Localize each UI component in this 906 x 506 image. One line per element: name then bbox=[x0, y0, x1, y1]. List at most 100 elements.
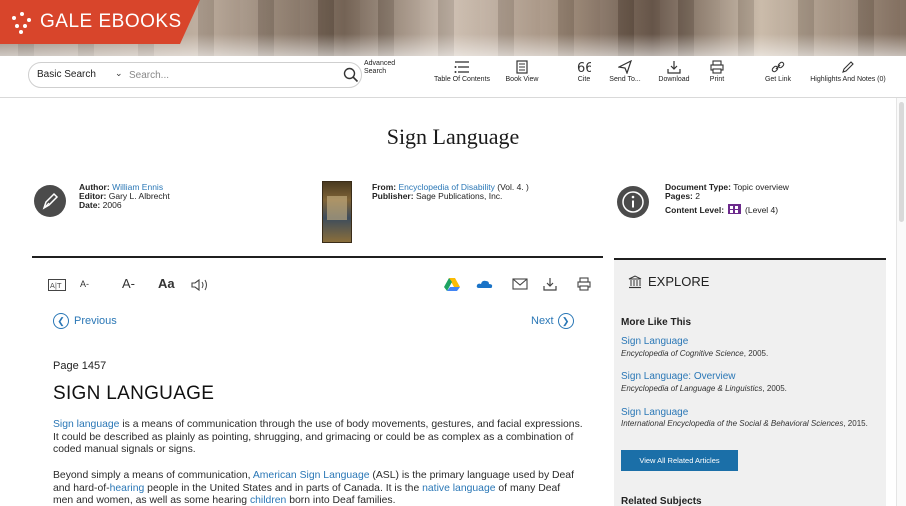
hearing-link[interactable]: hearing bbox=[110, 483, 145, 494]
search-input[interactable] bbox=[129, 67, 329, 84]
speaker-icon[interactable] bbox=[190, 278, 210, 292]
pages-label: Pages: bbox=[665, 191, 693, 201]
list-icon bbox=[454, 61, 469, 73]
svg-text:A|T: A|T bbox=[50, 282, 62, 290]
related-article-3[interactable]: Sign Language bbox=[621, 407, 688, 418]
related-article-2[interactable]: Sign Language: Overview bbox=[621, 371, 736, 382]
related-article-2-year: , 2005. bbox=[762, 384, 787, 393]
advanced-search-link[interactable]: Advanced Search bbox=[364, 60, 404, 76]
native-language-link[interactable]: native language bbox=[422, 483, 495, 494]
scrollbar-thumb[interactable] bbox=[899, 102, 904, 222]
explore-heading: EXPLORE bbox=[628, 274, 709, 289]
decrease-font-button[interactable]: A- bbox=[80, 279, 89, 289]
asl-link[interactable]: American Sign Language bbox=[253, 470, 370, 481]
date-label: Date: bbox=[79, 200, 101, 210]
source-info: From: Encyclopedia of Disability (Vol. 4… bbox=[372, 183, 529, 201]
email-icon[interactable] bbox=[512, 278, 528, 290]
author-info: Author: William Ennis Editor: Gary L. Al… bbox=[79, 183, 170, 210]
send-to-label: Send To... bbox=[609, 76, 641, 83]
related-subjects-heading: Related Subjects bbox=[621, 496, 702, 506]
search-type-select[interactable]: Basic Search bbox=[37, 69, 96, 80]
get-link-label: Get Link bbox=[764, 76, 792, 83]
search-bar: Basic Search ⌄ bbox=[28, 62, 362, 88]
publisher-value: Sage Publications, Inc. bbox=[415, 191, 503, 201]
download-icon bbox=[667, 61, 681, 74]
related-article-3-source-title: International Encyclopedia of the Social… bbox=[621, 419, 844, 428]
google-drive-icon[interactable] bbox=[444, 277, 460, 291]
vertical-scrollbar[interactable] bbox=[896, 98, 906, 506]
translate-icon[interactable]: A|T bbox=[48, 279, 66, 291]
get-link-button[interactable]: Get Link bbox=[760, 60, 796, 83]
svg-text:66: 66 bbox=[577, 61, 591, 74]
date-value: 2006 bbox=[102, 200, 122, 210]
publisher-label: Publisher: bbox=[372, 191, 414, 201]
related-article-3-year: , 2015. bbox=[843, 419, 868, 428]
download-article-icon[interactable] bbox=[542, 277, 558, 291]
quill-pen-icon bbox=[42, 192, 59, 210]
onedrive-icon[interactable] bbox=[476, 279, 494, 289]
link-icon bbox=[771, 61, 785, 73]
search-icon[interactable] bbox=[343, 67, 359, 83]
paragraph-2: Beyond simply a means of communication, … bbox=[53, 470, 583, 506]
content-level-label: Content Level: bbox=[665, 205, 725, 215]
book-cover-image[interactable] bbox=[322, 181, 352, 243]
cite-button[interactable]: 66 Cite bbox=[572, 60, 596, 83]
table-of-contents-label: Table Of Contents bbox=[433, 76, 491, 83]
page-number: Page 1457 bbox=[53, 360, 107, 372]
brand-name: GALE EBOOKS bbox=[40, 11, 182, 32]
paragraph-2-text-a: Beyond simply a means of communication, bbox=[53, 470, 253, 481]
explore-title: EXPLORE bbox=[648, 274, 710, 289]
next-link[interactable]: Next ❯ bbox=[531, 313, 574, 329]
print-label: Print bbox=[709, 76, 725, 83]
send-to-button[interactable]: Send To... bbox=[608, 60, 642, 83]
divider bbox=[32, 256, 603, 258]
download-button[interactable]: Download bbox=[654, 60, 694, 83]
previous-link[interactable]: ❮ Previous bbox=[53, 313, 117, 329]
quote-icon: 66 bbox=[577, 61, 591, 74]
content-level-value: (Level 4) bbox=[745, 205, 779, 215]
book-icon bbox=[516, 60, 528, 74]
highlights-label: Highlights And Notes (0) bbox=[810, 76, 886, 83]
more-like-this-heading: More Like This bbox=[621, 317, 692, 328]
cite-label: Cite bbox=[577, 76, 591, 83]
children-link[interactable]: children bbox=[250, 495, 286, 506]
pages-value: 2 bbox=[695, 191, 700, 201]
download-label: Download bbox=[658, 76, 690, 83]
font-style-button[interactable]: Aa bbox=[158, 276, 175, 291]
sign-language-link[interactable]: Sign language bbox=[53, 419, 119, 430]
related-article-3-source: International Encyclopedia of the Social… bbox=[621, 419, 871, 429]
gale-ebooks-logo[interactable]: GALE EBOOKS bbox=[0, 0, 200, 44]
related-article-1[interactable]: Sign Language bbox=[621, 336, 688, 347]
printer-icon bbox=[710, 60, 724, 74]
arrow-left-icon: ❮ bbox=[53, 313, 69, 329]
next-label: Next bbox=[531, 315, 554, 327]
gale-logo-icon bbox=[10, 10, 34, 34]
highlights-and-notes-button[interactable]: Highlights And Notes (0) bbox=[802, 60, 894, 83]
increase-font-button[interactable]: A- bbox=[122, 276, 135, 291]
related-article-1-source-title: Encyclopedia of Cognitive Science bbox=[621, 349, 744, 358]
pen-icon bbox=[842, 61, 854, 73]
paragraph-2-text-c: people in the United States and in parts… bbox=[144, 482, 423, 494]
print-button[interactable]: Print bbox=[704, 60, 730, 83]
related-article-2-source-title: Encyclopedia of Language & Linguistics bbox=[621, 384, 763, 393]
view-all-related-button[interactable]: View All Related Articles bbox=[621, 450, 738, 471]
document-title: Sign Language bbox=[386, 124, 520, 149]
toolbar: Basic Search ⌄ Advanced Search Table Of … bbox=[28, 58, 906, 90]
table-of-contents-button[interactable]: Table Of Contents bbox=[432, 60, 492, 83]
doc-type-value: Topic overview bbox=[733, 182, 789, 192]
library-icon bbox=[628, 274, 642, 288]
arrow-right-icon: ❯ bbox=[557, 313, 574, 329]
site-header: GALE EBOOKS Basic Search ⌄ Advanced Sear… bbox=[0, 0, 906, 98]
author-circle bbox=[34, 185, 66, 217]
explore-panel: EXPLORE More Like This Sign Language Enc… bbox=[614, 258, 886, 506]
info-icon bbox=[622, 191, 644, 213]
content-level-icon bbox=[728, 204, 742, 214]
chevron-down-icon[interactable]: ⌄ bbox=[115, 68, 123, 79]
print-article-icon[interactable] bbox=[576, 277, 592, 291]
related-article-1-source: Encyclopedia of Cognitive Science, 2005. bbox=[621, 349, 871, 359]
book-view-label: Book View bbox=[505, 76, 539, 83]
related-article-1-year: , 2005. bbox=[743, 349, 769, 358]
document-type-info: Document Type: Topic overview Pages: 2 C… bbox=[665, 183, 789, 215]
book-view-button[interactable]: Book View bbox=[502, 60, 542, 83]
previous-label: Previous bbox=[74, 315, 117, 327]
